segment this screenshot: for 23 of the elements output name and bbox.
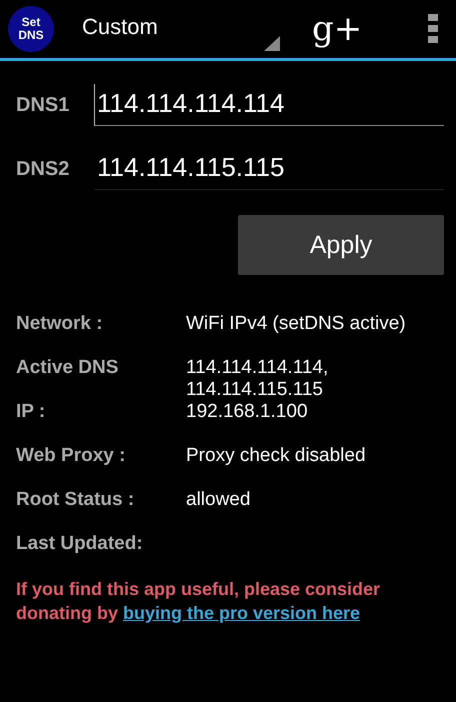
- info-label: IP :: [16, 401, 46, 423]
- field-label: DNS2: [16, 158, 70, 180]
- info-value: 114.114.115.115: [186, 379, 324, 401]
- info-label: Network :: [16, 313, 104, 335]
- info-value: 114.114.114.114,: [186, 357, 328, 379]
- info-label: Last Updated:: [16, 533, 144, 555]
- info-value: allowed: [186, 489, 250, 511]
- pro-version-link[interactable]: buying the pro version here: [123, 603, 360, 623]
- app-logo: Set DNS: [8, 6, 54, 52]
- apply-button[interactable]: Apply: [238, 215, 444, 275]
- info-label: Active DNS: [16, 357, 120, 380]
- dns-input[interactable]: 114.114.115.115: [94, 148, 444, 190]
- profile-spinner[interactable]: Custom: [76, 4, 282, 54]
- info-value: 192.168.1.100: [186, 401, 308, 423]
- dns-input[interactable]: 114.114.114.114: [94, 84, 444, 126]
- field-label: DNS1: [16, 94, 70, 116]
- info-label: Web Proxy :: [16, 445, 126, 467]
- more-icon[interactable]: [428, 14, 438, 44]
- info-value: WiFi IPv4 (setDNS active): [186, 313, 406, 335]
- donation-message: If you find this app useful, please consider donating by buying the pro version here: [16, 578, 382, 625]
- info-value: Proxy check disabled: [186, 445, 366, 467]
- info-label: Root Status :: [16, 489, 136, 511]
- share-button[interactable]: g+: [312, 4, 362, 54]
